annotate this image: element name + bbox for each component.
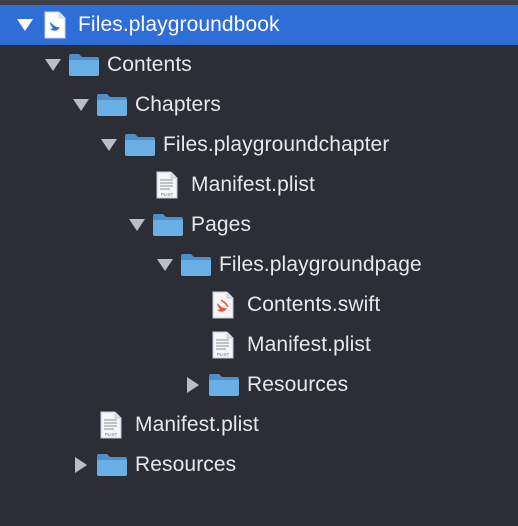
file-tree: Files.playgroundbook Contents Chapters F… [0,5,518,485]
tree-item-playgroundpage[interactable]: Files.playgroundpage [0,245,518,285]
swift-file-icon [212,285,234,325]
tree-item-label: Pages [191,213,252,236]
tree-item-label: Files.playgroundbook [78,13,280,36]
tree-item-playgroundchapter[interactable]: Files.playgroundchapter [0,125,518,165]
tree-item-label: Resources [247,373,349,396]
folder-icon [68,45,100,85]
folder-icon [152,205,184,245]
disclosure-triangle-right-icon[interactable] [70,445,92,485]
tree-item-page-resources[interactable]: Resources [0,365,518,405]
tree-item-contents[interactable]: Contents [0,45,518,85]
tree-item-pages[interactable]: Pages [0,205,518,245]
tree-item-label: Resources [135,453,237,476]
folder-icon [96,85,128,125]
plist-file-icon: PLIST [100,405,122,445]
folder-icon [208,365,240,405]
tree-item-label: Manifest.plist [135,413,259,436]
tree-item-label: Files.playgroundchapter [163,133,390,156]
tree-item-contents-swift[interactable]: Contents.swift [0,285,518,325]
disclosure-triangle-down-icon[interactable] [70,85,92,125]
tree-item-chapters[interactable]: Chapters [0,85,518,125]
plist-file-icon: PLIST [212,325,234,365]
disclosure-triangle-down-icon[interactable] [42,45,64,85]
tree-item-label: Contents.swift [247,293,381,316]
plist-icon-text: PLIST [105,432,118,437]
plist-icon-text: PLIST [217,352,230,357]
tree-item-page-manifest[interactable]: PLIST Manifest.plist [0,325,518,365]
folder-icon [180,245,212,285]
disclosure-triangle-down-icon[interactable] [154,245,176,285]
tree-item-contents-manifest[interactable]: PLIST Manifest.plist [0,405,518,445]
tree-item-label: Contents [107,53,192,76]
plist-file-icon: PLIST [156,165,178,205]
disclosure-triangle-down-icon[interactable] [126,205,148,245]
tree-item-label: Manifest.plist [191,173,315,196]
plist-icon-text: PLIST [161,192,174,197]
playground-book-icon [44,5,66,45]
disclosure-triangle-down-icon[interactable] [14,5,36,45]
tree-item-contents-resources[interactable]: Resources [0,445,518,485]
folder-icon [96,445,128,485]
file-navigator-window: Files.playgroundbook Contents Chapters F… [0,0,518,526]
tree-item-label: Files.playgroundpage [219,253,422,276]
tree-item-label: Chapters [135,93,222,116]
tree-item-playgroundbook[interactable]: Files.playgroundbook [0,5,518,45]
folder-icon [124,125,156,165]
disclosure-triangle-right-icon[interactable] [182,365,204,405]
disclosure-triangle-down-icon[interactable] [98,125,120,165]
tree-item-label: Manifest.plist [247,333,371,356]
tree-item-chapter-manifest[interactable]: PLIST Manifest.plist [0,165,518,205]
